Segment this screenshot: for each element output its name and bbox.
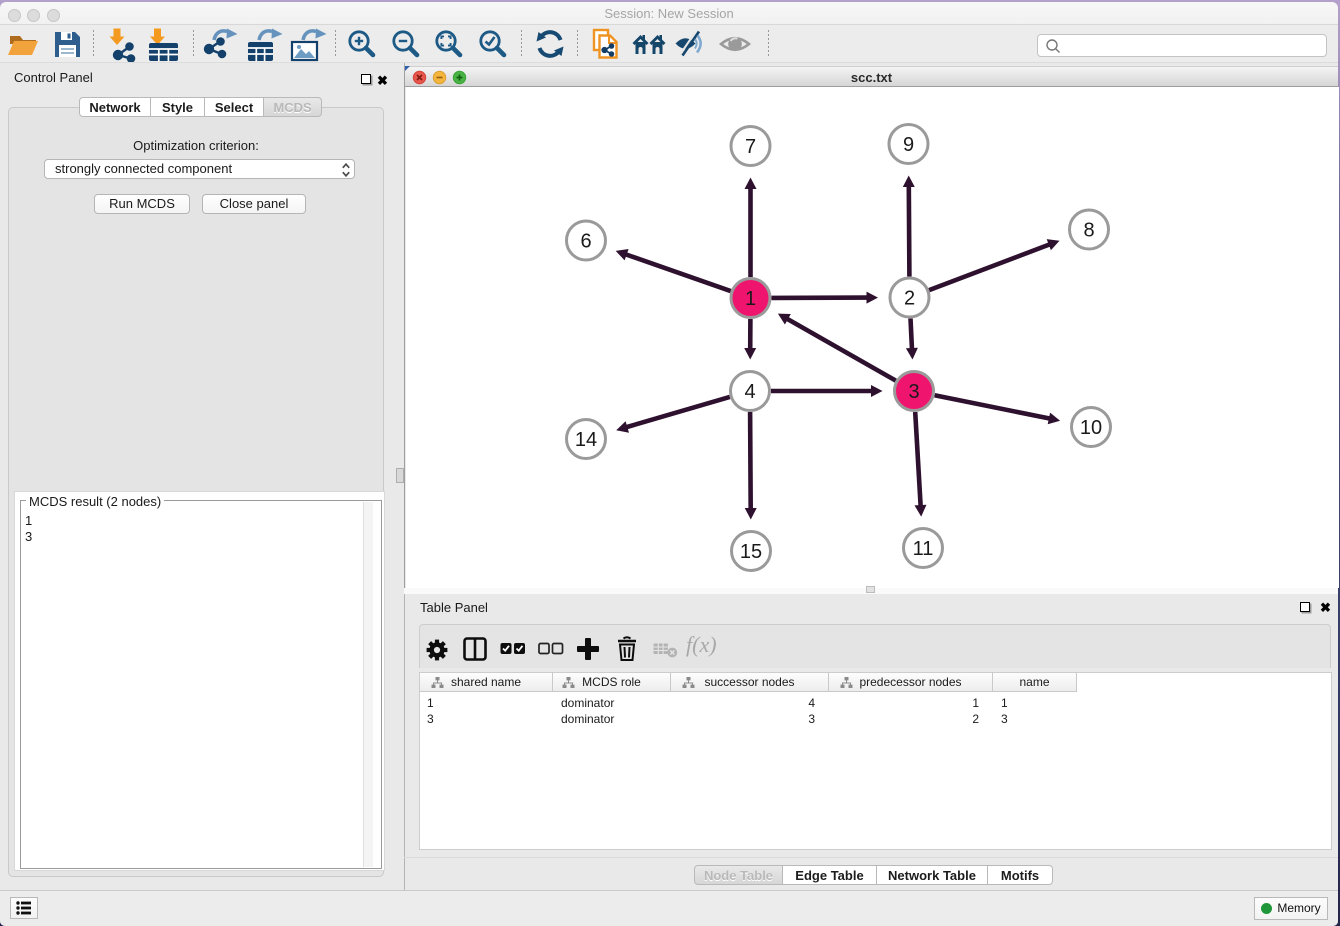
svg-text:14: 14 bbox=[575, 429, 597, 451]
svg-text:2: 2 bbox=[904, 288, 915, 310]
svg-text:11: 11 bbox=[913, 538, 934, 560]
svg-text:1: 1 bbox=[745, 288, 756, 310]
svg-text:9: 9 bbox=[903, 134, 914, 156]
svg-text:8: 8 bbox=[1083, 220, 1094, 242]
svg-text:4: 4 bbox=[744, 381, 755, 403]
svg-text:3: 3 bbox=[908, 381, 919, 403]
svg-text:7: 7 bbox=[745, 136, 756, 158]
svg-text:15: 15 bbox=[740, 541, 762, 563]
svg-text:10: 10 bbox=[1080, 417, 1102, 439]
svg-text:6: 6 bbox=[580, 231, 591, 253]
